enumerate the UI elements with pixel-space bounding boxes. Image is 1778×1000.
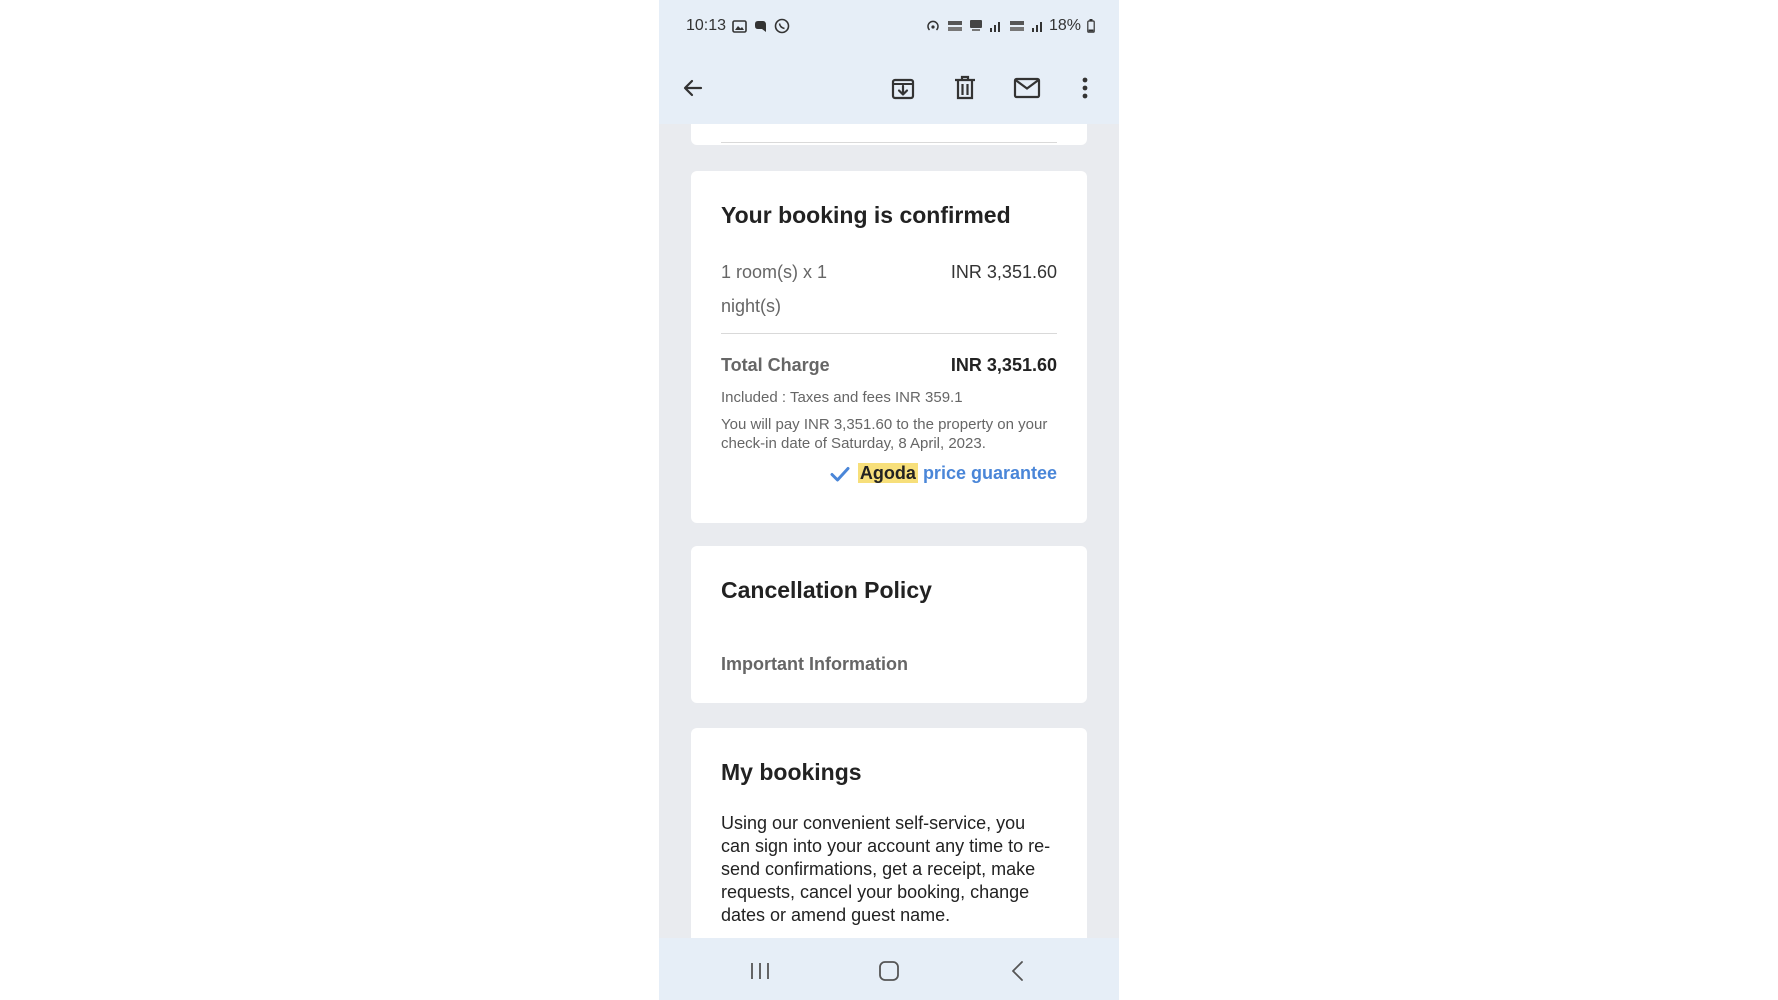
previous-card xyxy=(691,124,1087,145)
more-options-button[interactable] xyxy=(1069,72,1101,104)
divider xyxy=(721,142,1057,143)
status-time: 10:13 xyxy=(686,17,727,34)
checkmark-icon xyxy=(830,466,850,481)
system-navigation-bar xyxy=(659,938,1119,1000)
payment-note: You will pay INR 3,351.60 to the propert… xyxy=(721,416,1048,452)
mail-icon xyxy=(1013,77,1041,99)
important-information: Important Information xyxy=(721,654,908,674)
archive-icon xyxy=(891,78,915,100)
email-body[interactable]: Your booking is confirmed 1 room(s) x 1 … xyxy=(659,124,1119,938)
battery-icon xyxy=(1087,19,1095,33)
gallery-notification-icon xyxy=(732,19,747,34)
app-notification-icon xyxy=(753,19,768,34)
signal-strength-icon xyxy=(989,19,1003,33)
cancellation-title: Cancellation Policy xyxy=(721,577,932,603)
trash-icon xyxy=(955,75,975,100)
recents-icon xyxy=(751,963,769,979)
archive-button[interactable] xyxy=(887,72,919,104)
hotspot-icon xyxy=(925,18,941,34)
delete-button[interactable] xyxy=(949,72,981,104)
home-icon xyxy=(879,961,899,981)
price-guarantee-link[interactable]: Agoda price guarantee xyxy=(830,463,1057,484)
recents-button[interactable] xyxy=(745,956,775,986)
rooms-label: 1 room(s) x 1 night(s) xyxy=(721,262,828,316)
arrow-left-icon xyxy=(683,79,703,97)
status-right: 18% xyxy=(925,17,1095,35)
nav-back-icon xyxy=(1012,961,1023,981)
booking-title: Your booking is confirmed xyxy=(721,202,1011,228)
total-charge-label: Total Charge xyxy=(721,355,830,375)
status-bar: 10:13 18% xyxy=(659,0,1119,52)
booking-summary-card: Your booking is confirmed 1 room(s) x 1 … xyxy=(691,171,1087,523)
total-charge-value: INR 3,351.60 xyxy=(950,355,1057,375)
home-button[interactable] xyxy=(874,956,904,986)
phone-screen: 10:13 18% Your booking is confirmed 1 ro… xyxy=(659,0,1119,1000)
guarantee-brand: Agoda xyxy=(857,463,918,483)
back-button[interactable] xyxy=(677,72,709,104)
my-bookings-card: My bookings Using our convenient self-se… xyxy=(691,728,1087,938)
taxes-included-note: Included : Taxes and fees INR 359.1 xyxy=(721,389,963,406)
divider xyxy=(721,333,1057,334)
cancellation-policy-card: Cancellation Policy Important Informatio… xyxy=(691,546,1087,703)
volte2-icon xyxy=(1009,19,1025,33)
battery-level: 18% xyxy=(1048,17,1081,34)
signal-strength-2-icon xyxy=(1031,19,1043,33)
more-vert-icon xyxy=(1082,77,1088,99)
mark-unread-button[interactable] xyxy=(1011,72,1043,104)
5g-icon xyxy=(969,19,983,33)
email-toolbar xyxy=(659,52,1119,124)
guarantee-text: price guarantee xyxy=(922,463,1057,483)
rooms-price: INR 3,351.60 xyxy=(950,262,1057,282)
nav-back-button[interactable] xyxy=(1003,956,1033,986)
volte-icon xyxy=(947,19,963,33)
my-bookings-title: My bookings xyxy=(721,759,862,785)
my-bookings-description: Using our convenient self-service, you c… xyxy=(721,813,1051,925)
whatsapp-icon xyxy=(774,18,790,34)
status-left: 10:13 xyxy=(686,17,790,35)
